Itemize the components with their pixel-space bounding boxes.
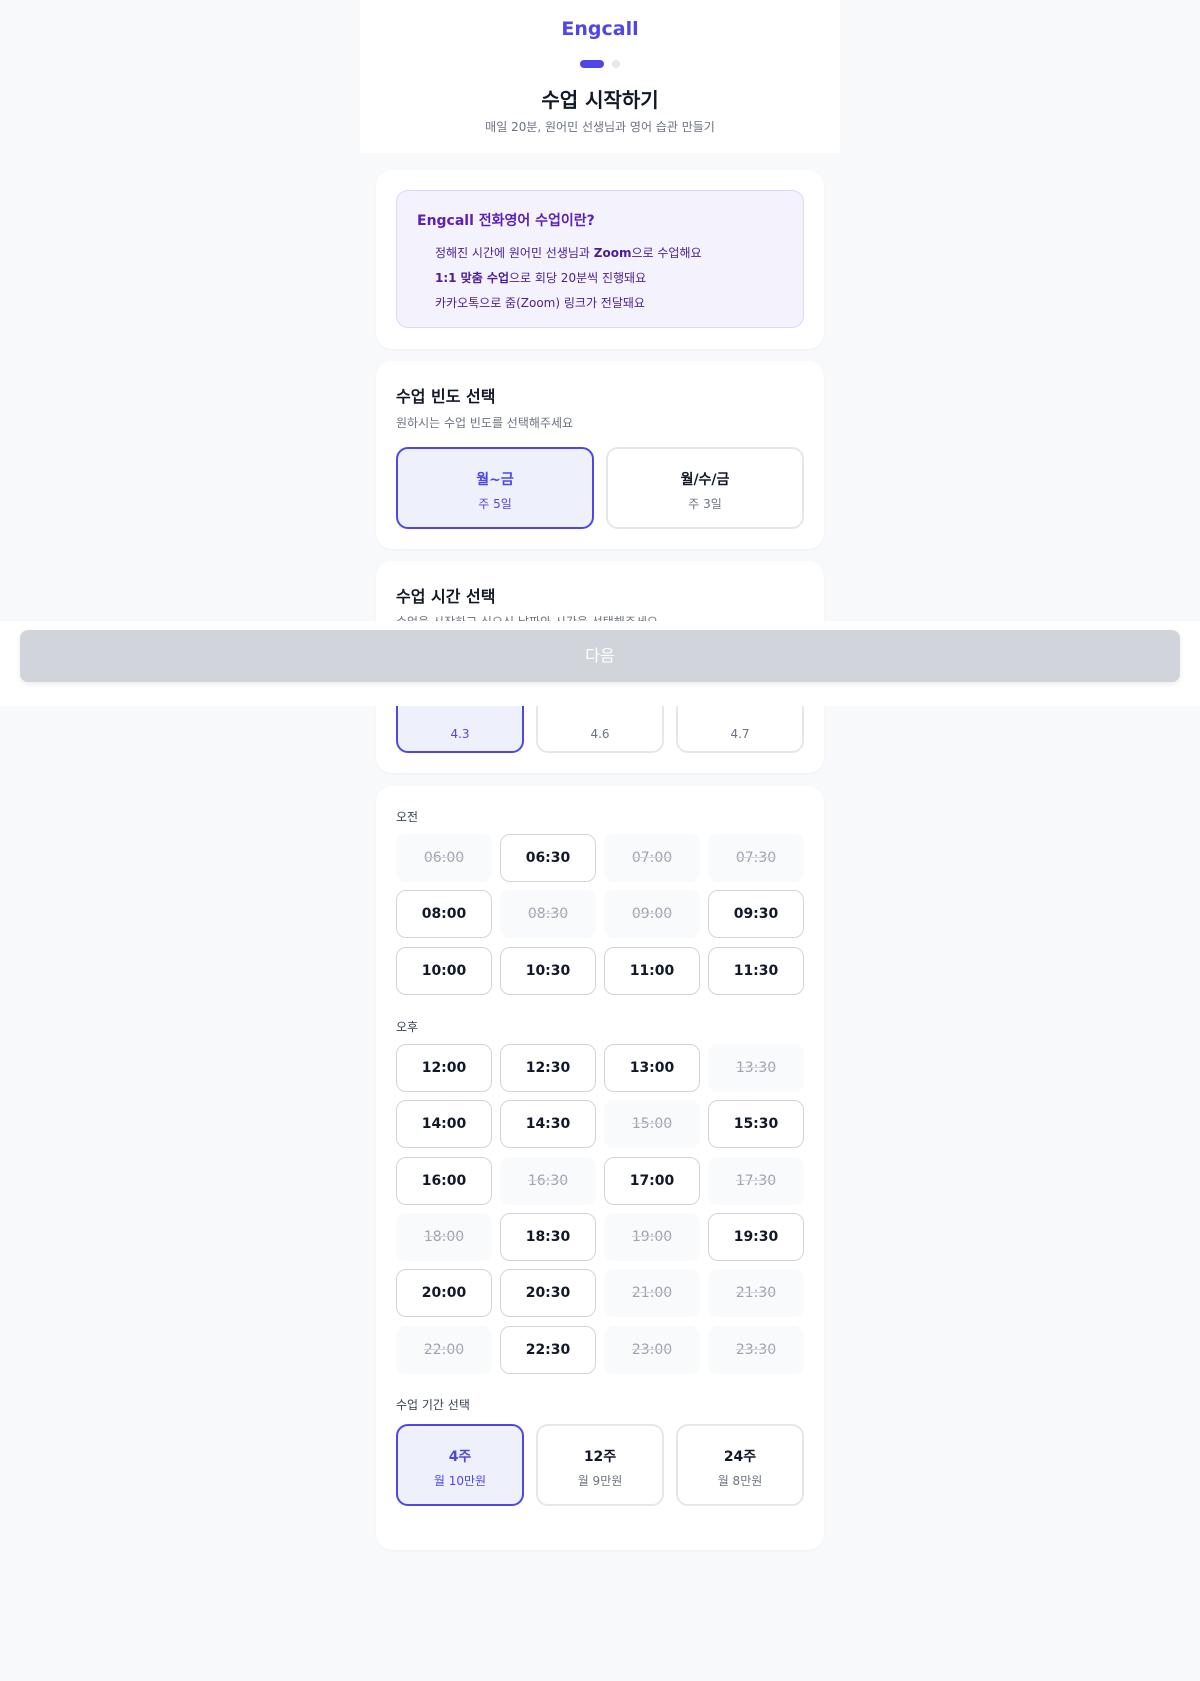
duration-title: 수업 기간 선택 xyxy=(396,1398,470,1412)
pm-label: 오후 xyxy=(396,1020,419,1034)
time-slot[interactable]: 11:00 xyxy=(604,947,700,995)
time-slot[interactable]: 13:00 xyxy=(604,1044,700,1092)
date-label: 4.7 xyxy=(730,727,750,741)
option-sublabel: 월 8만원 xyxy=(717,1474,763,1488)
time-slot[interactable]: 20:00 xyxy=(396,1269,492,1317)
info-line: 카카오톡으로 줌(Zoom) 링크가 전달돼요 xyxy=(435,294,645,311)
step-dot-active xyxy=(580,60,604,68)
time-slot[interactable]: 17:00 xyxy=(604,1157,700,1205)
page-title: 수업 시작하기 xyxy=(541,88,659,112)
step-indicator xyxy=(360,60,840,68)
am-label: 오전 xyxy=(396,810,419,824)
duration-option-4w[interactable]: 4주 월 10만원 xyxy=(396,1424,524,1506)
time-slot: 08:30 xyxy=(500,890,596,938)
time-slots-card: 오전 06:00 06:30 07:00 07:30 08:00 08:30 0… xyxy=(376,786,824,1550)
time-slot[interactable]: 11:30 xyxy=(708,947,804,995)
time-slot[interactable]: 20:30 xyxy=(500,1269,596,1317)
info-text: 으로 수업해요 xyxy=(631,246,702,260)
option-label: 월/수/금 xyxy=(680,472,730,488)
option-sublabel: 주 5일 xyxy=(478,497,512,511)
frequency-title: 수업 빈도 선택 xyxy=(396,387,496,406)
info-box: Engcall 전화영어 수업이란? 정해진 시간에 원어민 선생님과 Zoom… xyxy=(396,190,804,328)
frequency-card: 수업 빈도 선택 원하시는 수업 빈도를 선택해주세요 월~금 주 5일 월/수… xyxy=(376,361,824,549)
frequency-option-mwf[interactable]: 월/수/금 주 3일 xyxy=(606,447,804,529)
next-button[interactable]: 다음 xyxy=(20,630,1180,682)
duration-option-24w[interactable]: 24주 월 8만원 xyxy=(676,1424,804,1506)
time-slot[interactable]: 10:00 xyxy=(396,947,492,995)
time-slot: 22:00 xyxy=(396,1326,492,1374)
duration-option-12w[interactable]: 12주 월 9만원 xyxy=(536,1424,664,1506)
time-slot: 19:00 xyxy=(604,1213,700,1261)
time-slot: 15:00 xyxy=(604,1100,700,1148)
time-slot[interactable]: 16:00 xyxy=(396,1157,492,1205)
date-label: 4.3 xyxy=(450,727,470,741)
time-slot[interactable]: 09:30 xyxy=(708,890,804,938)
time-slot[interactable]: 06:30 xyxy=(500,834,596,882)
time-slot[interactable]: 10:30 xyxy=(500,947,596,995)
date-label: 4.6 xyxy=(590,727,610,741)
time-slot: 23:30 xyxy=(708,1326,804,1374)
info-text: 정해진 시간에 원어민 선생님과 xyxy=(435,246,594,260)
time-slot: 07:30 xyxy=(708,834,804,882)
option-label: 4주 xyxy=(448,1449,472,1465)
frequency-option-weekdays[interactable]: 월~금 주 5일 xyxy=(396,447,594,529)
info-text-bold: 1:1 맞춤 수업 xyxy=(435,271,510,285)
option-label: 월~금 xyxy=(476,472,514,488)
time-slot: 09:00 xyxy=(604,890,700,938)
frequency-subtitle: 원하시는 수업 빈도를 선택해주세요 xyxy=(396,416,574,430)
info-card: Engcall 전화영어 수업이란? 정해진 시간에 원어민 선생님과 Zoom… xyxy=(376,170,824,349)
time-slot[interactable]: 12:00 xyxy=(396,1044,492,1092)
option-sublabel: 월 9만원 xyxy=(577,1474,623,1488)
page-header: Engcall 수업 시작하기 매일 20분, 원어민 선생님과 영어 습관 만… xyxy=(360,0,840,153)
option-label: 12주 xyxy=(583,1449,617,1465)
time-slot: 06:00 xyxy=(396,834,492,882)
time-slot: 13:30 xyxy=(708,1044,804,1092)
info-text: 카카오톡으로 줌(Zoom) 링크가 전달돼요 xyxy=(435,296,645,310)
option-sublabel: 주 3일 xyxy=(688,497,722,511)
info-line: 1:1 맞춤 수업으로 회당 20분씩 진행돼요 xyxy=(435,269,646,286)
time-slot[interactable]: 22:30 xyxy=(500,1326,596,1374)
step-dot xyxy=(612,60,620,68)
brand-logo: Engcall xyxy=(561,18,639,40)
time-slot[interactable]: 19:30 xyxy=(708,1213,804,1261)
time-slot[interactable]: 14:30 xyxy=(500,1100,596,1148)
time-slot[interactable]: 08:00 xyxy=(396,890,492,938)
time-select-title: 수업 시간 선택 xyxy=(396,587,496,606)
info-text: 으로 회당 20분씩 진행돼요 xyxy=(509,271,647,285)
info-line: 정해진 시간에 원어민 선생님과 Zoom으로 수업해요 xyxy=(435,244,702,261)
time-slot: 18:00 xyxy=(396,1213,492,1261)
time-slot: 16:30 xyxy=(500,1157,596,1205)
time-slot: 21:00 xyxy=(604,1269,700,1317)
time-slot: 17:30 xyxy=(708,1157,804,1205)
info-text-bold: Zoom xyxy=(593,246,632,260)
time-slot: 07:00 xyxy=(604,834,700,882)
info-title: Engcall 전화영어 수업이란? xyxy=(417,213,595,229)
option-sublabel: 월 10만원 xyxy=(433,1474,487,1488)
option-label: 24주 xyxy=(723,1449,757,1465)
time-slot[interactable]: 18:30 xyxy=(500,1213,596,1261)
time-slot[interactable]: 15:30 xyxy=(708,1100,804,1148)
time-slot: 21:30 xyxy=(708,1269,804,1317)
time-slot: 23:00 xyxy=(604,1326,700,1374)
time-slot[interactable]: 12:30 xyxy=(500,1044,596,1092)
page-subtitle: 매일 20분, 원어민 선생님과 영어 습관 만들기 xyxy=(485,120,715,134)
time-slot[interactable]: 14:00 xyxy=(396,1100,492,1148)
